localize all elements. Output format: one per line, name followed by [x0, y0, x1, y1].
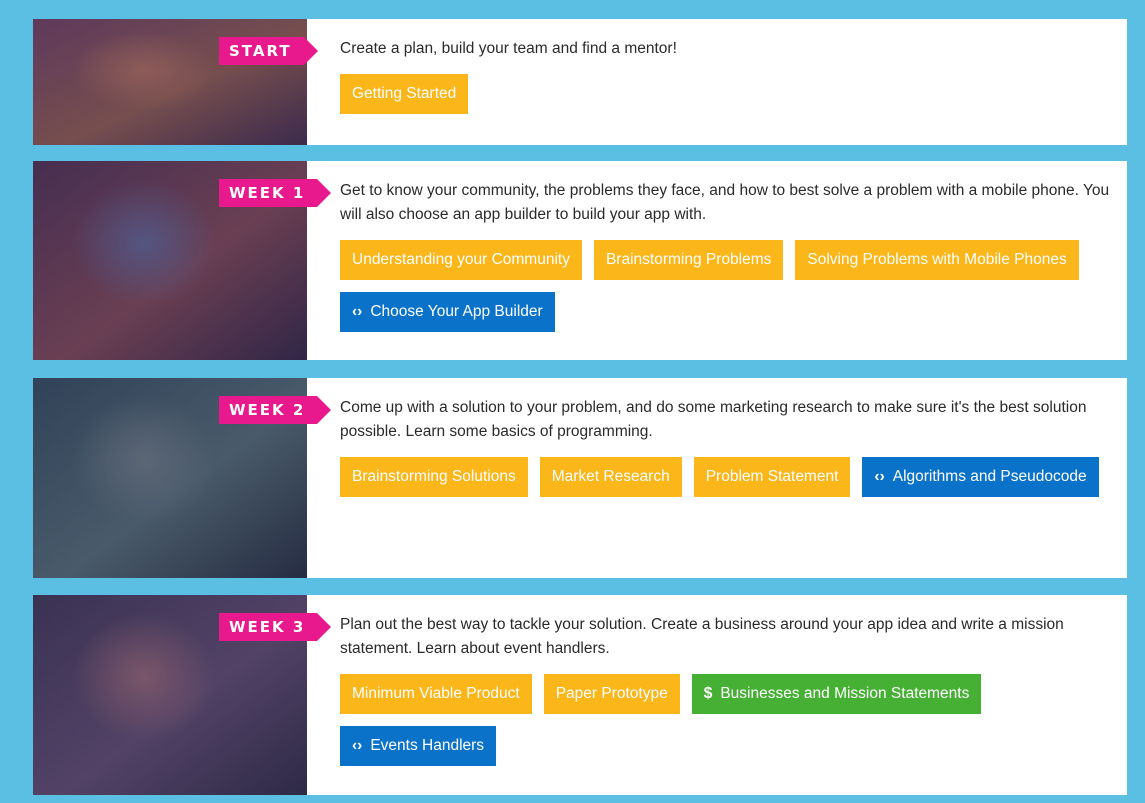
- code-icon: ‹›: [352, 303, 363, 320]
- section-week-2: WEEK 2 Come up with a solution to your pr…: [33, 378, 1127, 578]
- code-icon: ‹›: [352, 737, 363, 754]
- solving-problems-with-mobile-phones-button[interactable]: Solving Problems with Mobile Phones: [795, 240, 1079, 280]
- market-research-button[interactable]: Market Research: [539, 457, 682, 497]
- businesses-and-mission-statements-button[interactable]: $ Businesses and Mission Statements: [691, 674, 982, 714]
- choose-your-app-builder-button[interactable]: ‹› Choose Your App Builder: [340, 292, 555, 332]
- button-label: Choose Your App Builder: [370, 303, 543, 320]
- button-label: Events Handlers: [370, 737, 485, 754]
- algorithms-and-pseudocode-button[interactable]: ‹› Algorithms and Pseudocode: [862, 457, 1099, 497]
- getting-started-button[interactable]: Getting Started: [340, 74, 469, 114]
- problem-statement-button[interactable]: Problem Statement: [693, 457, 851, 497]
- button-label: Getting Started: [352, 85, 457, 102]
- button-label: Understanding your Community: [352, 251, 570, 268]
- button-label: Minimum Viable Product: [352, 685, 520, 702]
- minimum-viable-product-button[interactable]: Minimum Viable Product: [340, 674, 532, 714]
- section-content: Get to know your community, the problems…: [307, 161, 1127, 360]
- week-badge: WEEK 3: [219, 613, 332, 641]
- understanding-your-community-button[interactable]: Understanding your Community: [340, 240, 582, 280]
- section-description: Plan out the best way to tackle your sol…: [340, 616, 1064, 657]
- button-label: Solving Problems with Mobile Phones: [807, 251, 1067, 268]
- section-content: Create a plan, build your team and find …: [307, 19, 1127, 145]
- button-label: Paper Prototype: [555, 685, 668, 702]
- code-icon: ‹›: [874, 468, 885, 485]
- button-label: Businesses and Mission Statements: [720, 685, 970, 702]
- section-description: Come up with a solution to your problem,…: [340, 399, 1087, 440]
- paper-prototype-button[interactable]: Paper Prototype: [543, 674, 680, 714]
- events-handlers-button[interactable]: ‹› Events Handlers: [340, 726, 497, 766]
- lesson-buttons: Getting Started: [340, 74, 1113, 114]
- section-photo: WEEK 1: [33, 161, 332, 360]
- curriculum-list: START Create a plan, build your team and …: [0, 0, 1145, 803]
- section-week-3: WEEK 3 Plan out the best way to tackle yo…: [33, 595, 1127, 795]
- section-photo: WEEK 3: [33, 595, 332, 795]
- dollar-icon: $: [703, 685, 713, 702]
- lesson-buttons: Minimum Viable Product Paper Prototype $ Bu…: [340, 674, 1113, 766]
- button-label: Algorithms and Pseudocode: [892, 468, 1087, 485]
- button-label: Brainstorming Problems: [605, 251, 772, 268]
- week-badge: START: [219, 37, 318, 65]
- section-content: Come up with a solution to your problem,…: [307, 378, 1127, 578]
- brainstorming-problems-button[interactable]: Brainstorming Problems: [593, 240, 784, 280]
- section-start: START Create a plan, build your team and …: [33, 19, 1127, 145]
- button-label: Market Research: [551, 468, 670, 485]
- section-description: Get to know your community, the problems…: [340, 182, 1110, 223]
- section-description: Create a plan, build your team and find …: [340, 40, 677, 57]
- brainstorming-solutions-button[interactable]: Brainstorming Solutions: [340, 457, 528, 497]
- section-photo: START: [33, 19, 318, 145]
- lesson-buttons: Brainstorming Solutions Market Research Pr…: [340, 457, 1113, 497]
- week-badge: WEEK 2: [219, 396, 332, 424]
- section-week-1: WEEK 1 Get to know your community, the pr…: [33, 161, 1127, 360]
- week-badge: WEEK 1: [219, 179, 332, 207]
- section-photo: WEEK 2: [33, 378, 332, 578]
- button-label: Brainstorming Solutions: [352, 468, 516, 485]
- button-label: Problem Statement: [705, 468, 839, 485]
- lesson-buttons: Understanding your Community Brainstormin…: [340, 240, 1113, 332]
- section-content: Plan out the best way to tackle your sol…: [307, 595, 1127, 795]
